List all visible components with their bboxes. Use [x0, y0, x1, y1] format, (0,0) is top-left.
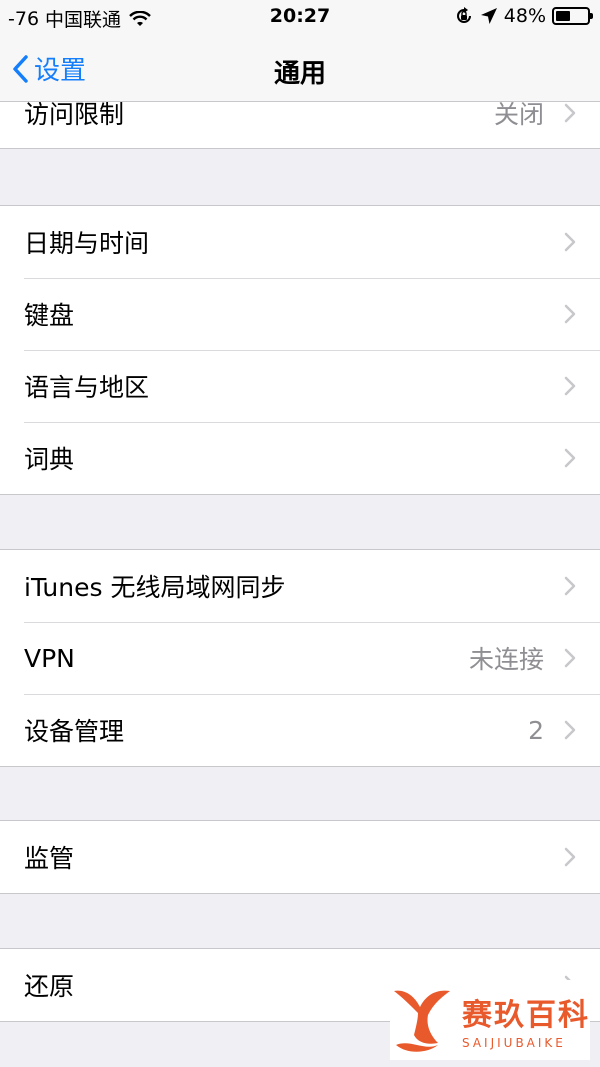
- row-vpn[interactable]: VPN 未连接: [0, 622, 600, 694]
- settings-group-restrictions: 访问限制 关闭: [0, 102, 600, 149]
- row-label: iTunes 无线局域网同步: [24, 573, 286, 602]
- row-label: 词典: [24, 445, 75, 474]
- row-label: VPN: [24, 643, 75, 673]
- rotation-lock-icon: [456, 7, 471, 23]
- chevron-right-icon: [564, 448, 576, 468]
- status-right: 48%: [454, 5, 593, 27]
- watermark-sub-text: SAIJIUBAIKE: [462, 1036, 566, 1050]
- chevron-right-icon: [564, 720, 576, 740]
- row-itunes-wifi-sync[interactable]: iTunes 无线局域网同步: [0, 550, 600, 622]
- chevron-right-icon: [564, 232, 576, 252]
- settings-group-locale: 日期与时间 键盘 语言与地区 词典: [0, 205, 600, 495]
- row-label: 语言与地区: [24, 373, 150, 402]
- row-device-management[interactable]: 设备管理 2: [0, 694, 600, 766]
- row-restrictions[interactable]: 访问限制 关闭: [0, 102, 600, 148]
- battery-percent: 48%: [503, 5, 546, 27]
- chevron-right-icon: [564, 376, 576, 396]
- watermark-logo: 赛玖百科 SAIJIUBAIKE: [390, 980, 590, 1060]
- row-supervision[interactable]: 监管: [0, 821, 600, 893]
- row-keyboard[interactable]: 键盘: [0, 278, 600, 350]
- battery-fill: [556, 11, 571, 21]
- row-detail: 未连接: [468, 645, 544, 674]
- row-detail: 2: [528, 715, 544, 745]
- watermark-text: 赛玖百科 SAIJIUBAIKE: [462, 990, 590, 1050]
- chevron-right-icon: [564, 304, 576, 324]
- chevron-right-icon: [564, 103, 576, 123]
- row-label: 日期与时间: [24, 229, 150, 258]
- settings-group-network: iTunes 无线局域网同步 VPN 未连接 设备管理 2: [0, 549, 600, 767]
- chevron-right-icon: [564, 648, 576, 668]
- row-label: 监管: [24, 844, 75, 873]
- location-arrow-icon: [480, 8, 497, 24]
- whale-tail-icon: [394, 990, 450, 1052]
- row-label: 访问限制: [24, 102, 125, 129]
- row-language-region[interactable]: 语言与地区: [0, 350, 600, 422]
- row-date-time[interactable]: 日期与时间: [0, 206, 600, 278]
- navigation-bar: 设置 通用: [0, 36, 600, 102]
- page-title: 通用: [273, 59, 326, 89]
- row-dictionary[interactable]: 词典: [0, 422, 600, 494]
- chevron-right-icon: [564, 576, 576, 596]
- row-label: 设备管理: [24, 717, 125, 746]
- settings-group-supervision: 监管: [0, 820, 600, 894]
- row-detail: 关闭: [493, 102, 544, 129]
- status-bar: -76 中国联通 20:27 48%: [0, 0, 600, 36]
- watermark-main-text: 赛玖百科: [462, 998, 590, 1033]
- chevron-right-icon: [564, 847, 576, 867]
- battery-icon: [552, 7, 593, 25]
- row-label: 键盘: [24, 301, 75, 330]
- row-label: 还原: [24, 972, 75, 1001]
